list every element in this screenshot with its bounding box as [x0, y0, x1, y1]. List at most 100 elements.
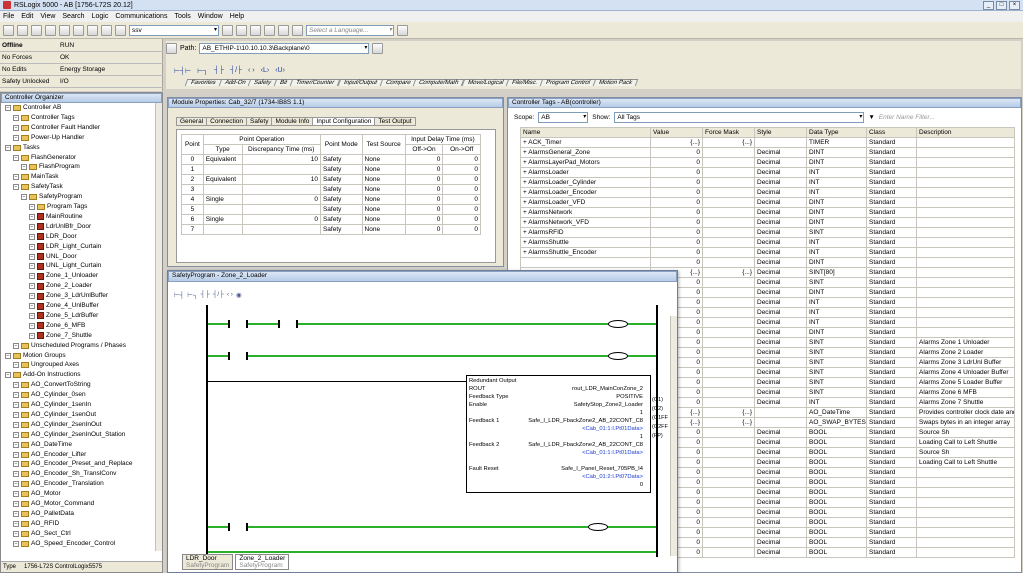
branch-tool-icon[interactable]: ⊢┐ — [187, 291, 197, 299]
tree-item[interactable]: − Zone_6_MFB — [29, 321, 85, 331]
filter-input[interactable]: Enter Name Filter... — [879, 114, 935, 121]
tree-item[interactable]: − Zone_4_UnlBuffer — [29, 301, 99, 311]
expand-icon[interactable]: − — [21, 194, 27, 201]
config-cell-type[interactable]: Equivalent — [202, 154, 243, 165]
tags-col-header[interactable]: Data Type — [806, 127, 867, 138]
organizer-scrollbar[interactable] — [155, 103, 162, 551]
config-cell-mode[interactable]: Safety — [319, 174, 363, 185]
tag-row[interactable]: + AlarmsLoader_Cylinder 0 Decimal INT Standa… — [520, 177, 1015, 188]
module-tab[interactable]: Connection — [206, 117, 248, 126]
tree-item[interactable]: − Power-Up Handler — [13, 133, 84, 143]
undo-icon[interactable] — [101, 24, 112, 36]
routine-tab[interactable]: LDR_Door SafetyProgram — [182, 554, 234, 570]
tree-item[interactable]: − AO_DateTime — [13, 440, 72, 450]
tree-item[interactable]: − Unscheduled Programs / Phases — [13, 341, 126, 351]
otl-icon[interactable]: ‹L› — [261, 67, 270, 75]
config-cell-mode[interactable]: Safety — [319, 154, 363, 165]
expand-icon[interactable]: − — [13, 411, 19, 418]
tree-item[interactable]: − AO_Cylinder_1senOut — [13, 410, 96, 420]
expand-icon[interactable]: − — [13, 124, 19, 131]
language-go-icon[interactable] — [397, 24, 408, 36]
ote-coil[interactable] — [608, 320, 628, 328]
expand-icon[interactable]: − — [29, 233, 35, 240]
config-cell-type[interactable] — [202, 164, 243, 175]
config-cell-type[interactable] — [202, 184, 243, 195]
tree-item[interactable]: − MainRoutine — [29, 212, 83, 222]
instr-tab[interactable]: Add-On — [218, 79, 252, 86]
config-cell-mode[interactable]: Safety — [319, 184, 363, 195]
config-cell-mode[interactable]: Safety — [319, 164, 363, 175]
config-cell-test[interactable]: None — [361, 204, 406, 215]
instr-tab[interactable]: Move/Logical — [461, 79, 510, 86]
verify-icon[interactable] — [250, 24, 261, 36]
branch-icon[interactable]: ⊢┐ — [197, 67, 208, 75]
config-cell-disc[interactable]: 10 — [241, 154, 321, 165]
tree-item[interactable]: − Zone_7_Shuttle — [29, 331, 92, 341]
expand-icon[interactable]: − — [29, 312, 35, 319]
xic-contact[interactable] — [228, 352, 248, 360]
config-cell-b[interactable]: 0 — [442, 194, 481, 205]
expand-icon[interactable]: − — [13, 461, 19, 468]
instr-tab[interactable]: Compute/Math — [412, 79, 465, 86]
expand-icon[interactable]: − — [13, 510, 19, 517]
zoom-in-icon[interactable] — [278, 24, 289, 36]
expand-icon[interactable]: − — [13, 501, 19, 507]
tree-item[interactable]: − AO_Speed_Encoder_Control — [13, 539, 115, 549]
expand-icon[interactable]: − — [13, 134, 19, 141]
config-cell-disc[interactable]: 0 — [241, 194, 321, 205]
menu-view[interactable]: View — [40, 13, 55, 20]
expand-icon[interactable]: − — [29, 273, 35, 280]
filter-icon[interactable]: ▼ — [868, 114, 874, 121]
expand-icon[interactable]: − — [13, 114, 19, 121]
tree-item[interactable]: − AO_PalletData — [13, 509, 74, 519]
ote-coil[interactable] — [588, 523, 608, 531]
menu-search[interactable]: Search — [62, 13, 84, 20]
xic-contact[interactable] — [278, 320, 298, 328]
tree-item[interactable]: − AO_Motor_Command — [13, 499, 94, 509]
expand-icon[interactable]: − — [13, 520, 19, 527]
new-icon[interactable] — [3, 24, 14, 36]
expand-icon[interactable]: − — [21, 164, 27, 171]
menu-communications[interactable]: Communications — [115, 13, 167, 20]
config-cell-a[interactable]: 0 — [404, 214, 444, 225]
tags-col-header[interactable]: Description — [916, 127, 1015, 138]
module-tab[interactable]: Test Output — [374, 117, 416, 126]
expand-icon[interactable]: − — [29, 223, 35, 230]
tree-item[interactable]: − UNL_Light_Curtain — [29, 261, 101, 271]
module-tab[interactable]: General — [176, 117, 208, 126]
tree-item[interactable]: − Controller AB — [5, 103, 61, 113]
config-cell-mode[interactable]: Safety — [319, 194, 363, 205]
config-cell-b[interactable]: 0 — [442, 214, 481, 225]
tags-col-header[interactable]: Style — [754, 127, 807, 138]
cut-icon[interactable] — [59, 24, 70, 36]
tree-item[interactable]: − AO_Encoder_Sh_TranslConv — [13, 469, 116, 479]
expand-icon[interactable]: − — [13, 481, 19, 488]
config-cell-disc[interactable]: 10 — [241, 174, 321, 185]
config-cell-test[interactable]: None — [361, 224, 406, 235]
zoom-tool-icon[interactable]: ◉ — [236, 291, 242, 299]
tag-row[interactable]: + AlarmsNetwork 0 Decimal DINT Standard — [520, 207, 1015, 218]
xic-contact[interactable] — [228, 523, 248, 531]
tree-item[interactable]: − LDR_Door — [29, 232, 77, 242]
tag-row[interactable]: + AlarmsLoader 0 Decimal INT Standard — [520, 167, 1015, 178]
menu-file[interactable]: File — [3, 13, 14, 20]
tag-row[interactable]: + AlarmsNetwork_VFD 0 Decimal DINT Standard — [520, 217, 1015, 228]
config-cell-disc[interactable]: 0 — [241, 214, 321, 225]
copy-icon[interactable] — [73, 24, 84, 36]
tree-item[interactable]: − FlashProgram — [21, 162, 80, 172]
tree-item[interactable]: − Zone_3_LdrUnlBuffer — [29, 291, 108, 301]
tree-item[interactable]: − AO_RFID — [13, 519, 59, 529]
expand-icon[interactable]: − — [13, 362, 19, 369]
expand-icon[interactable]: − — [29, 204, 35, 210]
instr-tab[interactable]: Program Control — [540, 79, 597, 86]
tree-item[interactable]: − AO_Cylinder_2senInOut — [13, 420, 101, 430]
expand-icon[interactable]: − — [5, 105, 11, 111]
coil-tool-icon[interactable]: ‹ › — [227, 291, 233, 299]
tree-item[interactable]: − Zone_5_LdrBuffer — [29, 311, 98, 321]
menu-window[interactable]: Window — [198, 13, 223, 20]
config-cell-type[interactable]: Equivalent — [202, 174, 243, 185]
xic-tool-icon[interactable]: ┤├ — [201, 291, 210, 299]
config-cell-test[interactable]: None — [361, 174, 406, 185]
tree-item[interactable]: − AO_Encoder_Preset_and_Replace — [13, 459, 133, 469]
config-cell-a[interactable]: 0 — [404, 174, 444, 185]
